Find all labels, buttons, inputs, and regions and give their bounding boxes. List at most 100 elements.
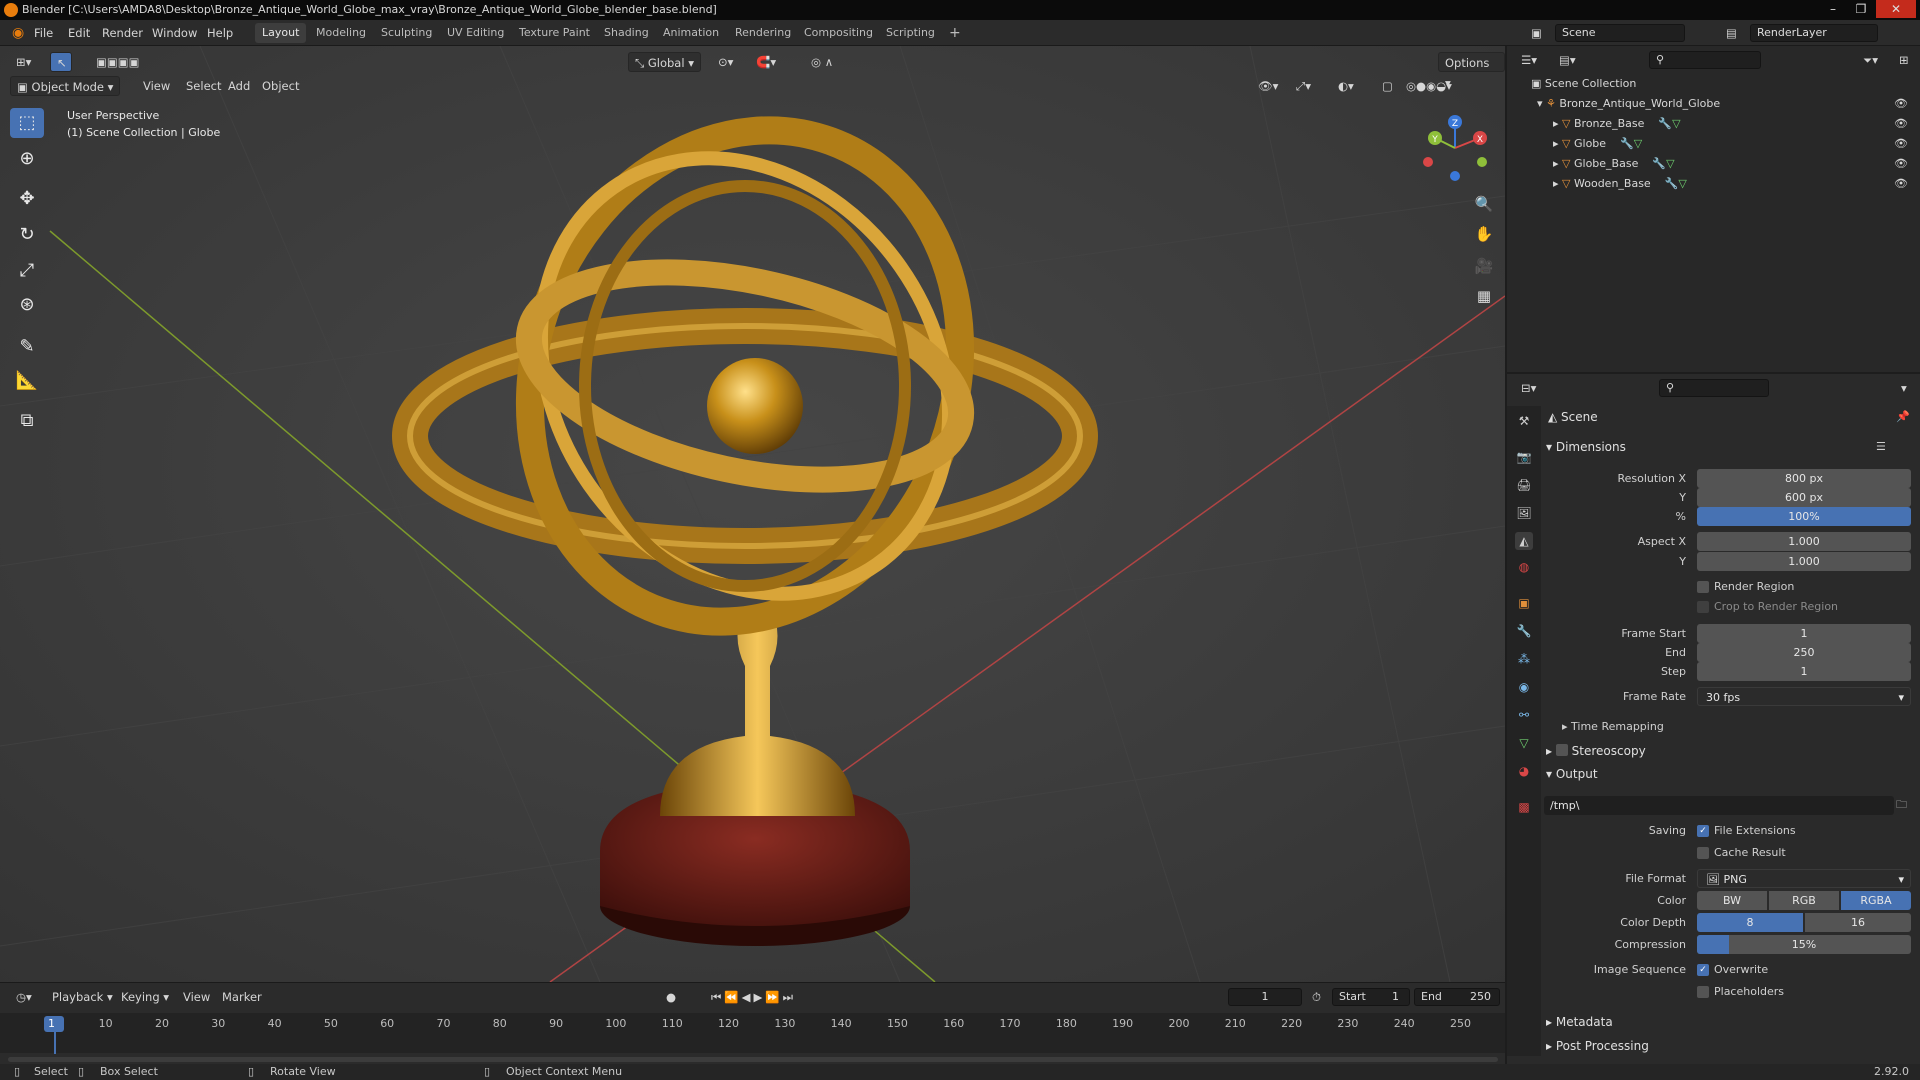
- timeline-track[interactable]: [0, 1013, 1505, 1053]
- properties-editor-type-icon[interactable]: ⊟▾: [1515, 378, 1542, 398]
- dimensions-panel-header[interactable]: ▾ Dimensions: [1546, 440, 1626, 454]
- editor-type-icon[interactable]: ⊞▾: [10, 52, 37, 72]
- cache-result-checkbox[interactable]: [1697, 847, 1709, 859]
- scene-field[interactable]: Scene: [1555, 24, 1685, 42]
- color-rgba-button[interactable]: RGBA: [1841, 891, 1911, 910]
- file-format-dropdown[interactable]: 🖼 PNG ▾: [1697, 869, 1911, 888]
- outliner-display-mode-icon[interactable]: ▤▾: [1553, 50, 1582, 70]
- options-dropdown[interactable]: Options ▾: [1438, 52, 1505, 90]
- blender-menu-icon[interactable]: ◉: [8, 24, 28, 42]
- timeline-menu-keying[interactable]: Keying ▾: [115, 987, 175, 1007]
- outliner-editor-type-icon[interactable]: ☰▾: [1515, 50, 1543, 70]
- frame-rate-dropdown[interactable]: 30 fps ▾: [1697, 687, 1911, 706]
- timeline-menu-marker[interactable]: Marker: [216, 987, 268, 1007]
- scale-tool[interactable]: ⤢: [10, 256, 44, 286]
- post-processing-panel-header[interactable]: ▸ Post Processing: [1546, 1039, 1649, 1053]
- menu-render[interactable]: Render: [98, 24, 147, 42]
- playback-controls-icons[interactable]: ⏮⏪◀▶⏩⏭: [705, 987, 802, 1007]
- resolution-y-field[interactable]: 600 px: [1697, 488, 1911, 507]
- collection-expand-icon[interactable]: ▾: [1537, 97, 1546, 110]
- tool-tab-icon[interactable]: ⚒: [1515, 412, 1533, 430]
- frame-end-field[interactable]: 250: [1697, 643, 1911, 662]
- overwrite-checkbox[interactable]: ✓: [1697, 964, 1709, 976]
- outliner-row-collection[interactable]: ▾ ⚘ Bronze_Antique_World_Globe 👁: [1507, 94, 1920, 114]
- add-cube-tool[interactable]: ⧉: [10, 406, 44, 436]
- outliner-row-globe-base[interactable]: ▸ ▽ Globe_Base 🔧▽ 👁: [1507, 154, 1920, 174]
- particles-tab-icon[interactable]: ⁂: [1515, 650, 1533, 668]
- aspect-y-field[interactable]: 1.000: [1697, 552, 1911, 571]
- visibility-icon[interactable]: 👁: [1894, 174, 1908, 194]
- world-tab-icon[interactable]: ◍: [1515, 558, 1533, 576]
- menu-help[interactable]: Help: [203, 24, 237, 42]
- data-tab-icon[interactable]: ▽: [1515, 734, 1533, 752]
- add-workspace-icon[interactable]: +: [942, 23, 968, 43]
- expand-icon[interactable]: ▸: [1553, 177, 1562, 190]
- pin-icon[interactable]: 📌: [1896, 410, 1910, 423]
- outliner-filter-icon[interactable]: ⏷▾: [1857, 50, 1884, 70]
- tab-modeling[interactable]: Modeling: [309, 23, 373, 43]
- timeline-scrollbar[interactable]: [8, 1057, 1498, 1062]
- physics-tab-icon[interactable]: ◉: [1515, 678, 1533, 696]
- gizmo-neg-x-icon[interactable]: [1423, 157, 1433, 167]
- selection-mode-icons[interactable]: ▣▣▣▣: [90, 52, 145, 72]
- properties-options-icon[interactable]: ▾: [1895, 378, 1913, 398]
- expand-icon[interactable]: ▸: [1553, 117, 1562, 130]
- select-box-tool[interactable]: ⬚: [10, 108, 44, 138]
- preview-range-icon[interactable]: ⏱: [1306, 987, 1327, 1007]
- output-path-field[interactable]: /tmp\: [1544, 796, 1894, 815]
- transform-orientation-dropdown[interactable]: ⤡ Global ▾: [628, 52, 701, 72]
- visibility-icon[interactable]: 👁▾: [1252, 76, 1284, 96]
- timeline-editor-type-icon[interactable]: ◷▾: [10, 987, 38, 1007]
- resolution-percent-field[interactable]: 100%: [1697, 507, 1911, 526]
- transform-tool[interactable]: ⊛: [10, 290, 44, 320]
- output-tab-icon[interactable]: 🖨: [1515, 476, 1533, 494]
- outliner-search-input[interactable]: ⚲: [1649, 51, 1761, 69]
- placeholders-checkbox[interactable]: [1697, 986, 1709, 998]
- render-region-checkbox[interactable]: [1697, 581, 1709, 593]
- rotate-tool[interactable]: ↻: [10, 220, 44, 250]
- measure-tool[interactable]: 📐: [10, 366, 44, 396]
- object-tab-icon[interactable]: ▣: [1515, 594, 1533, 612]
- viewport-menu-select[interactable]: Select: [180, 76, 227, 96]
- pivot-point-icon[interactable]: ⊙▾: [712, 52, 739, 72]
- select-tool-icon[interactable]: ↖: [50, 52, 72, 72]
- color-rgb-button[interactable]: RGB: [1769, 891, 1839, 910]
- menu-file[interactable]: File: [30, 24, 57, 42]
- view-layer-tab-icon[interactable]: 🖼: [1515, 504, 1533, 522]
- tab-compositing[interactable]: Compositing: [797, 23, 880, 43]
- outliner-row-wooden-base[interactable]: ▸ ▽ Wooden_Base 🔧▽ 👁: [1507, 174, 1920, 194]
- render-tab-icon[interactable]: 📷: [1515, 448, 1533, 466]
- proportional-edit-icon[interactable]: ◎ ∧: [805, 52, 839, 72]
- viewport-menu-object[interactable]: Object: [256, 76, 305, 96]
- minimize-button[interactable]: –: [1820, 0, 1846, 18]
- viewport-menu-view[interactable]: View: [137, 76, 176, 96]
- material-tab-icon[interactable]: ◕: [1515, 762, 1533, 780]
- constraints-tab-icon[interactable]: ⚯: [1515, 706, 1533, 724]
- file-extensions-checkbox[interactable]: ✓: [1697, 825, 1709, 837]
- color-depth-8-button[interactable]: 8: [1697, 913, 1803, 932]
- view-layer-field[interactable]: RenderLayer: [1750, 24, 1878, 42]
- timeline-menu-view[interactable]: View: [177, 987, 216, 1007]
- gizmo-toggle-icon[interactable]: ⤢▾: [1290, 76, 1317, 96]
- frame-step-field[interactable]: 1: [1697, 662, 1911, 681]
- time-remapping-subpanel[interactable]: ▸ Time Remapping: [1562, 720, 1664, 733]
- zoom-icon[interactable]: 🔍: [1470, 190, 1498, 218]
- new-collection-icon[interactable]: ⊞: [1893, 50, 1915, 70]
- close-button[interactable]: ✕: [1876, 0, 1916, 18]
- tab-shading[interactable]: Shading: [597, 23, 656, 43]
- timeline-editor[interactable]: ◷▾ Playback ▾ Keying ▾ View Marker ● ⏮⏪◀…: [0, 982, 1505, 1064]
- visibility-icon[interactable]: 👁: [1894, 134, 1908, 154]
- scene-tab-icon[interactable]: ◭: [1515, 532, 1533, 550]
- start-frame-field[interactable]: Start 1: [1332, 988, 1410, 1006]
- gizmo-neg-z-icon[interactable]: [1450, 171, 1460, 181]
- end-frame-field[interactable]: End 250: [1414, 988, 1500, 1006]
- menu-window[interactable]: Window: [148, 24, 201, 42]
- expand-icon[interactable]: ▸: [1553, 137, 1562, 150]
- stereoscopy-panel-header[interactable]: ▸ Stereoscopy: [1546, 743, 1646, 758]
- outliner-row-globe[interactable]: ▸ ▽ Globe 🔧▽ 👁: [1507, 134, 1920, 154]
- tab-animation[interactable]: Animation: [656, 23, 726, 43]
- visibility-icon[interactable]: 👁: [1894, 114, 1908, 134]
- modifier-tab-icon[interactable]: 🔧: [1515, 622, 1533, 640]
- mode-dropdown[interactable]: ▣ Object Mode ▾: [10, 76, 121, 96]
- outliner[interactable]: ☰▾ ▤▾ ⚲ ⏷▾ ⊞ ▣ Scene Collection ▾ ⚘ Bron…: [1507, 46, 1920, 372]
